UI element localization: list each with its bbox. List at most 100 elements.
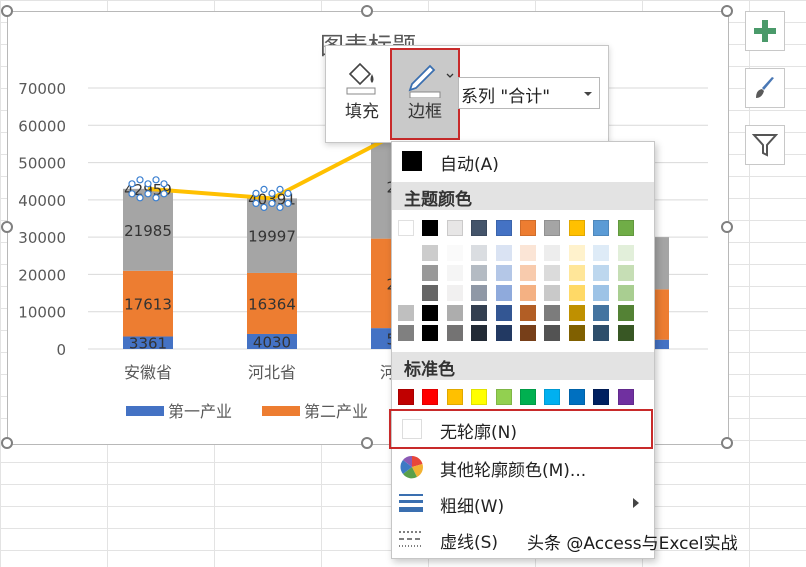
theme-shade-swatch[interactable] [568,305,585,321]
chart-filters-button[interactable] [745,125,785,165]
chart-elements-button[interactable] [745,11,785,51]
theme-shade-swatch[interactable] [422,245,439,261]
theme-shade-swatch[interactable] [520,245,536,261]
theme-shade-swatch[interactable] [446,325,463,341]
theme-shade-swatch[interactable] [398,285,414,301]
theme-shade-swatch[interactable] [568,325,585,341]
theme-shade-swatch[interactable] [568,245,585,261]
theme-shade-swatch[interactable] [544,265,561,281]
standard-color-swatch[interactable] [446,389,463,405]
theme-shade-swatch[interactable] [471,285,488,301]
series-select[interactable]: 系列 "合计" [458,77,600,109]
theme-shade-swatch[interactable] [422,325,439,341]
theme-shade-swatch[interactable] [593,285,610,301]
theme-shade-swatch[interactable] [593,265,610,281]
theme-color-swatch[interactable] [520,220,536,236]
selection-point [144,190,152,198]
theme-color-swatch[interactable] [495,220,512,236]
theme-shade-swatch[interactable] [617,245,634,261]
theme-shade-swatch[interactable] [617,285,634,301]
theme-shade-swatch[interactable] [520,325,536,341]
theme-shade-swatch[interactable] [446,285,463,301]
theme-shade-swatch[interactable] [520,265,536,281]
resize-handle[interactable] [721,221,733,233]
theme-shade-swatch[interactable] [398,245,414,261]
resize-handle[interactable] [1,5,13,17]
theme-shade-swatch[interactable] [544,305,561,321]
color-wheel-icon [400,455,423,479]
theme-color-swatch[interactable] [617,220,634,236]
theme-shade-swatch[interactable] [568,285,585,301]
theme-color-swatch[interactable] [568,220,585,236]
theme-shade-swatch[interactable] [398,325,414,341]
standard-color-swatch[interactable] [544,389,561,405]
standard-color-swatch[interactable] [520,389,536,405]
data-label: 17613 [124,296,172,314]
resize-handle[interactable] [1,221,13,233]
standard-color-swatch[interactable] [617,389,634,405]
theme-shade-swatch[interactable] [471,305,488,321]
theme-shade-swatch[interactable] [617,325,634,341]
selection-point [128,190,136,198]
standard-color-swatch[interactable] [568,389,585,405]
theme-shade-swatch[interactable] [446,245,463,261]
border-button[interactable]: 边框 [390,48,460,140]
theme-shade-swatch[interactable] [593,325,610,341]
theme-shade-swatch[interactable] [495,245,512,261]
standard-colors-heading: 标准色 [392,352,654,380]
theme-shade-swatch[interactable] [471,245,488,261]
no-outline-highlight [389,409,653,449]
standard-color-swatch[interactable] [422,389,439,405]
chart-styles-button[interactable] [745,68,785,108]
theme-shade-swatch[interactable] [422,265,439,281]
paintbrush-icon [756,77,774,98]
theme-color-swatch[interactable] [422,220,439,236]
menu-item-more-colors[interactable]: 其他轮廓颜色(M)... [392,450,654,484]
theme-shade-swatch[interactable] [422,285,439,301]
theme-color-swatch[interactable] [446,220,463,236]
theme-shade-swatch[interactable] [544,245,561,261]
theme-shade-swatch[interactable] [446,305,463,321]
standard-color-swatch[interactable] [471,389,488,405]
theme-shade-swatch[interactable] [568,265,585,281]
resize-handle[interactable] [721,5,733,17]
theme-shade-swatch[interactable] [471,325,488,341]
theme-color-swatch[interactable] [398,220,414,236]
theme-shade-swatch[interactable] [495,285,512,301]
theme-shade-swatch[interactable] [520,305,536,321]
theme-shade-swatch[interactable] [495,305,512,321]
theme-shade-swatch[interactable] [544,325,561,341]
standard-color-swatch[interactable] [398,389,414,405]
theme-shade-swatch[interactable] [617,265,634,281]
theme-color-swatch[interactable] [593,220,610,236]
theme-shade-swatch[interactable] [422,305,439,321]
resize-handle[interactable] [1,437,13,449]
theme-shade-swatch[interactable] [398,265,414,281]
resize-handle[interactable] [361,437,373,449]
selection-point [128,180,136,188]
theme-colors-heading-text: 主题颜色 [404,190,472,210]
y-tick-label: 10000 [18,304,66,322]
selection-point [284,199,292,207]
theme-shade-swatch[interactable] [544,285,561,301]
menu-item-weight[interactable]: 粗细(W) [392,486,654,520]
theme-shade-swatch[interactable] [593,305,610,321]
theme-color-swatch[interactable] [544,220,561,236]
theme-shade-swatch[interactable] [520,285,536,301]
resize-handle[interactable] [361,5,373,17]
standard-color-swatch[interactable] [593,389,610,405]
watermark-text: 头条 @Access与Excel实战 [527,534,738,554]
fill-button[interactable]: 填充 [332,52,392,136]
theme-color-swatch[interactable] [471,220,488,236]
theme-shade-swatch[interactable] [471,265,488,281]
theme-shade-swatch[interactable] [398,305,414,321]
theme-shade-swatch[interactable] [495,325,512,341]
theme-shade-swatch[interactable] [446,265,463,281]
legend-swatch [126,406,164,416]
resize-handle[interactable] [721,437,733,449]
menu-item-auto[interactable]: 自动(A) [392,144,654,178]
standard-color-swatch[interactable] [495,389,512,405]
theme-shade-swatch[interactable] [495,265,512,281]
theme-shade-swatch[interactable] [617,305,634,321]
theme-shade-swatch[interactable] [593,245,610,261]
